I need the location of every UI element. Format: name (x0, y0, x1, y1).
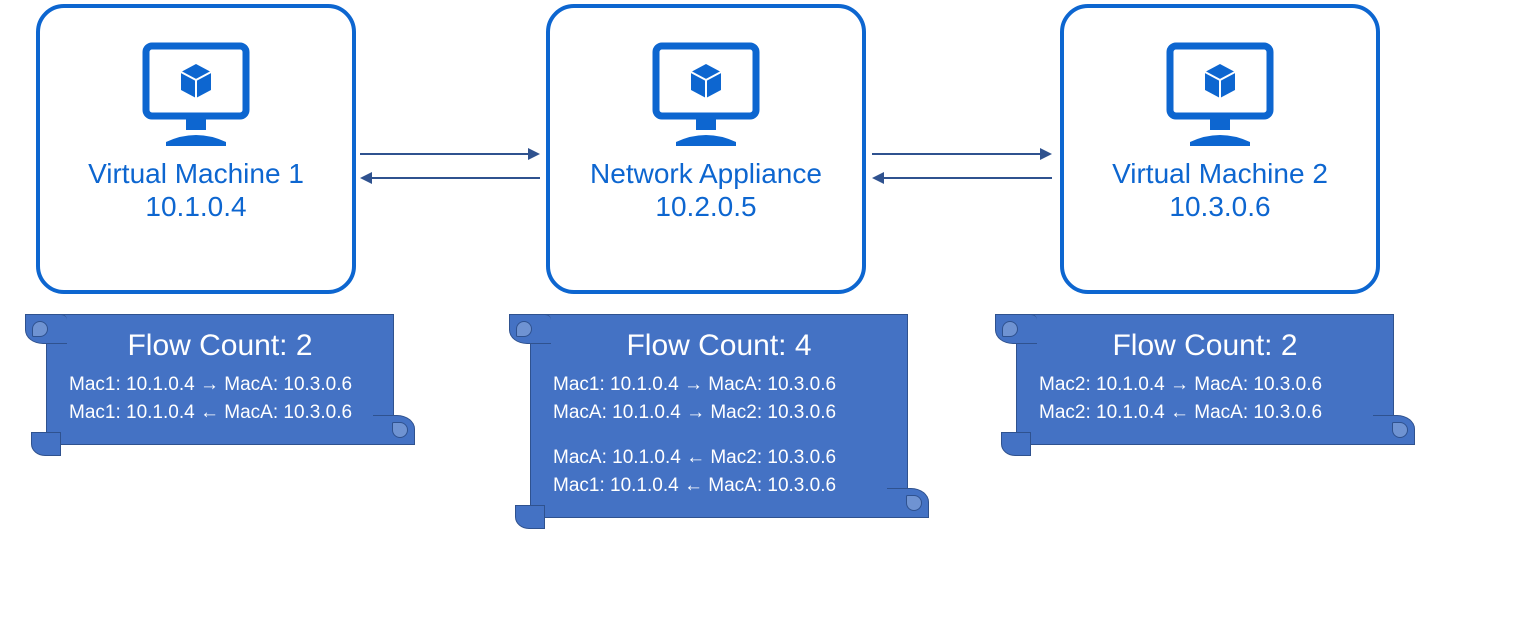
flow-line: MacA: 10.1.0.4 ← Mac2: 10.3.0.6 (553, 444, 885, 472)
flow-line: Mac2: 10.1.0.4 → MacA: 10.3.0.6 (1039, 371, 1371, 399)
flow-line: Mac1: 10.1.0.4 ← MacA: 10.3.0.6 (553, 472, 885, 500)
flow-line: Mac1: 10.1.0.4 ← MacA: 10.3.0.6 (69, 399, 371, 427)
flow-count-vm1: Flow Count: 2 (69, 329, 371, 363)
flow-scroll-vm2: Flow Count: 2 Mac2: 10.1.0.4 → MacA: 10.… (1016, 314, 1394, 445)
flow-count-vm2: Flow Count: 2 (1039, 329, 1371, 363)
node-appliance-title: Network Appliance (590, 156, 822, 191)
arrow-right-icon (872, 148, 1054, 162)
arrow-pair-vm1-appliance (360, 148, 542, 186)
node-vm2: Virtual Machine 2 10.3.0.6 (1060, 4, 1380, 294)
vm-icon (646, 38, 766, 148)
node-vm1: Virtual Machine 1 10.1.0.4 (36, 4, 356, 294)
flow-count-appliance: Flow Count: 4 (553, 329, 885, 363)
node-vm1-ip: 10.1.0.4 (145, 191, 246, 223)
flow-line: Mac1: 10.1.0.4 → MacA: 10.3.0.6 (69, 371, 371, 399)
node-appliance-ip: 10.2.0.5 (655, 191, 756, 223)
flow-scroll-vm1: Flow Count: 2 Mac1: 10.1.0.4 → MacA: 10.… (46, 314, 394, 445)
arrow-right-icon (360, 148, 542, 162)
vm-icon (1160, 38, 1280, 148)
node-vm2-title: Virtual Machine 2 (1112, 156, 1328, 191)
arrow-left-icon (872, 172, 1054, 186)
arrow-pair-appliance-vm2 (872, 148, 1054, 186)
vm-icon (136, 38, 256, 148)
arrow-left-icon (360, 172, 542, 186)
flow-line: Mac1: 10.1.0.4 → MacA: 10.3.0.6 (553, 371, 885, 399)
flow-scroll-appliance: Flow Count: 4 Mac1: 10.1.0.4 → MacA: 10.… (530, 314, 908, 518)
node-appliance: Network Appliance 10.2.0.5 (546, 4, 866, 294)
flow-line: Mac2: 10.1.0.4 ← MacA: 10.3.0.6 (1039, 399, 1371, 427)
node-vm1-title: Virtual Machine 1 (88, 156, 304, 191)
flow-line: MacA: 10.1.0.4 → Mac2: 10.3.0.6 (553, 399, 885, 427)
node-vm2-ip: 10.3.0.6 (1169, 191, 1270, 223)
